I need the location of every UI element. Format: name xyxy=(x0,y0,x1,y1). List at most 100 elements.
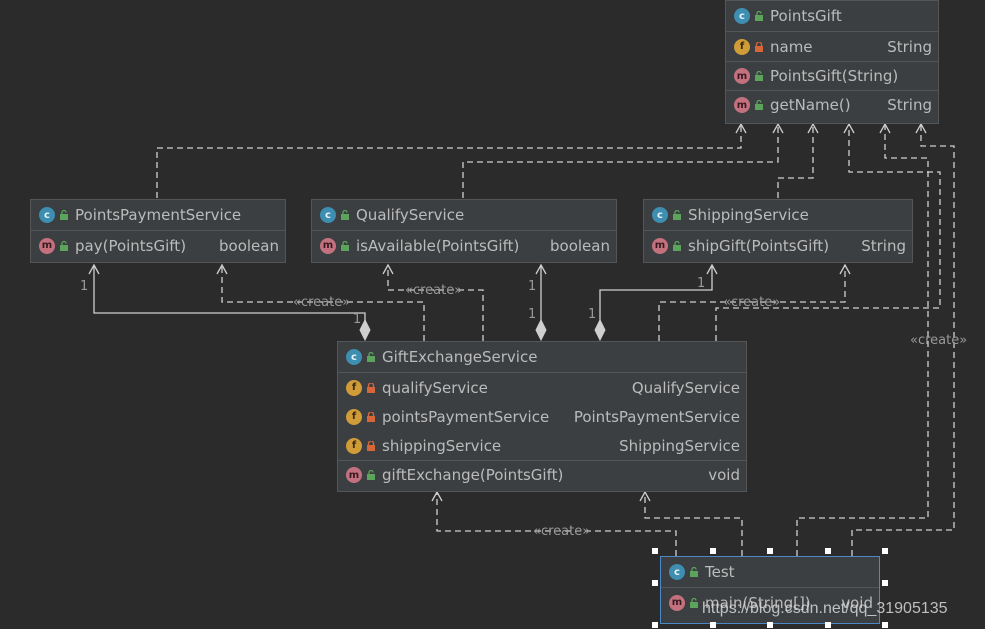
constructor-row[interactable]: m PointsGift(String) xyxy=(726,61,938,90)
selection-handle[interactable] xyxy=(710,622,716,628)
method-row[interactable]: m isAvailable(PointsGift) boolean xyxy=(312,231,616,260)
method-icon: m xyxy=(320,237,336,254)
class-header[interactable]: c PointsPaymentService xyxy=(31,200,285,231)
public-visibility-icon xyxy=(690,597,698,608)
multiplicity-shipping-source: 1 xyxy=(588,307,597,322)
public-visibility-icon xyxy=(755,100,763,110)
selection-handle[interactable] xyxy=(882,580,888,586)
field-type: String xyxy=(887,37,932,56)
dependency-test-to-pointsgift-1 xyxy=(796,122,929,556)
field-type: QualifyService xyxy=(631,378,740,397)
method-type: String xyxy=(887,96,932,114)
constructor-name: PointsGift(String) xyxy=(770,67,899,85)
selection-handle[interactable] xyxy=(652,580,658,586)
field-type: PointsPaymentService xyxy=(573,407,740,426)
public-visibility-icon xyxy=(60,210,68,220)
class-icon: c xyxy=(320,207,336,223)
composition-qualify xyxy=(535,263,547,342)
class-icon: c xyxy=(734,8,750,24)
class-icon: c xyxy=(652,207,668,223)
public-visibility-icon xyxy=(690,567,698,577)
method-type: String xyxy=(861,236,906,255)
public-visibility-icon xyxy=(341,210,349,220)
class-header[interactable]: c PointsGift xyxy=(726,1,938,32)
dependency-shipping-to-pointsgift xyxy=(777,122,819,198)
method-icon: m xyxy=(734,68,750,84)
watermark: https://blog.csdn.net/qq_31905135 xyxy=(702,600,948,617)
method-icon: m xyxy=(652,237,668,254)
selection-handle[interactable] xyxy=(767,622,773,628)
selection-handle[interactable] xyxy=(825,622,831,628)
public-visibility-icon xyxy=(673,240,681,251)
create-label-test: «create» xyxy=(533,524,591,539)
class-name: Test xyxy=(705,563,735,581)
multiplicity-pointspayment-source: 1 xyxy=(353,312,362,327)
create-label-pointspayment: «create» xyxy=(293,295,351,310)
create-giftexchange-to-qualify xyxy=(382,263,484,341)
public-visibility-icon xyxy=(755,71,763,81)
selection-handle[interactable] xyxy=(767,548,773,554)
private-lock-icon xyxy=(367,440,375,451)
method-icon: m xyxy=(734,97,750,113)
method-row[interactable]: m getName() String xyxy=(726,90,938,119)
field-name: pointsPaymentService xyxy=(382,407,550,426)
selection-handle[interactable] xyxy=(882,622,888,628)
class-icon: c xyxy=(39,207,55,223)
method-name: getName() xyxy=(770,96,851,114)
field-icon: f xyxy=(346,379,362,396)
field-icon: f xyxy=(346,437,362,454)
method-name: giftExchange(PointsGift) xyxy=(382,466,564,484)
public-visibility-icon xyxy=(60,240,68,251)
field-name: shippingService xyxy=(382,436,502,455)
method-type: void xyxy=(708,466,740,484)
class-gift-exchange-service[interactable]: c GiftExchangeService f qualifyService Q… xyxy=(337,341,747,492)
class-header[interactable]: c Test xyxy=(661,557,879,588)
field-row[interactable]: f qualifyService QualifyService xyxy=(338,373,746,402)
public-visibility-icon xyxy=(367,352,375,362)
private-lock-icon xyxy=(367,382,375,393)
class-qualify-service[interactable]: c QualifyService m isAvailable(PointsGif… xyxy=(311,199,617,263)
create-label-shipping: «create» xyxy=(723,295,781,310)
class-points-payment-service[interactable]: c PointsPaymentService m pay(PointsGift)… xyxy=(30,199,286,263)
method-icon: m xyxy=(669,594,685,611)
class-header[interactable]: c GiftExchangeService xyxy=(338,342,746,373)
class-icon: c xyxy=(346,349,362,365)
method-icon: m xyxy=(346,467,362,483)
dependency-qualify-to-pointsgift xyxy=(462,122,784,198)
create-label-pointsgift: «create» xyxy=(910,333,968,348)
public-visibility-icon xyxy=(755,11,763,21)
method-row[interactable]: m shipGift(PointsGift) String xyxy=(644,231,912,260)
field-icon: f xyxy=(734,38,750,55)
class-name: GiftExchangeService xyxy=(382,348,538,366)
dependency-test-to-giftexchange xyxy=(639,490,743,556)
field-icon: f xyxy=(346,408,362,425)
multiplicity-qualify-target: 1 xyxy=(528,279,537,294)
field-row[interactable]: f name String xyxy=(726,32,938,61)
selection-handle[interactable] xyxy=(652,548,658,554)
multiplicity-pointspayment-target: 1 xyxy=(80,279,89,294)
class-shipping-service[interactable]: c ShippingService m shipGift(PointsGift)… xyxy=(643,199,913,263)
public-visibility-icon xyxy=(341,240,349,251)
class-header[interactable]: c ShippingService xyxy=(644,200,912,231)
create-label-qualify: «create» xyxy=(405,283,463,298)
field-name: name xyxy=(770,37,813,56)
method-type: boolean xyxy=(219,236,279,255)
method-row[interactable]: m giftExchange(PointsGift) void xyxy=(338,460,746,489)
method-type: boolean xyxy=(550,236,610,255)
method-name: shipGift(PointsGift) xyxy=(688,236,830,255)
public-visibility-icon xyxy=(673,210,681,220)
class-header[interactable]: c QualifyService xyxy=(312,200,616,231)
field-name: qualifyService xyxy=(382,378,488,397)
class-points-gift[interactable]: c PointsGift f name String m PointsGift(… xyxy=(725,0,939,124)
class-name: QualifyService xyxy=(356,206,465,224)
class-name: PointsGift xyxy=(770,7,842,25)
class-name: ShippingService xyxy=(688,206,809,224)
private-lock-icon xyxy=(755,41,763,52)
selection-handle[interactable] xyxy=(825,548,831,554)
selection-handle[interactable] xyxy=(652,622,658,628)
selection-handle[interactable] xyxy=(710,548,716,554)
method-row[interactable]: m pay(PointsGift) boolean xyxy=(31,231,285,260)
selection-handle[interactable] xyxy=(882,548,888,554)
field-row[interactable]: f shippingService ShippingService xyxy=(338,431,746,460)
field-row[interactable]: f pointsPaymentService PointsPaymentServ… xyxy=(338,402,746,431)
